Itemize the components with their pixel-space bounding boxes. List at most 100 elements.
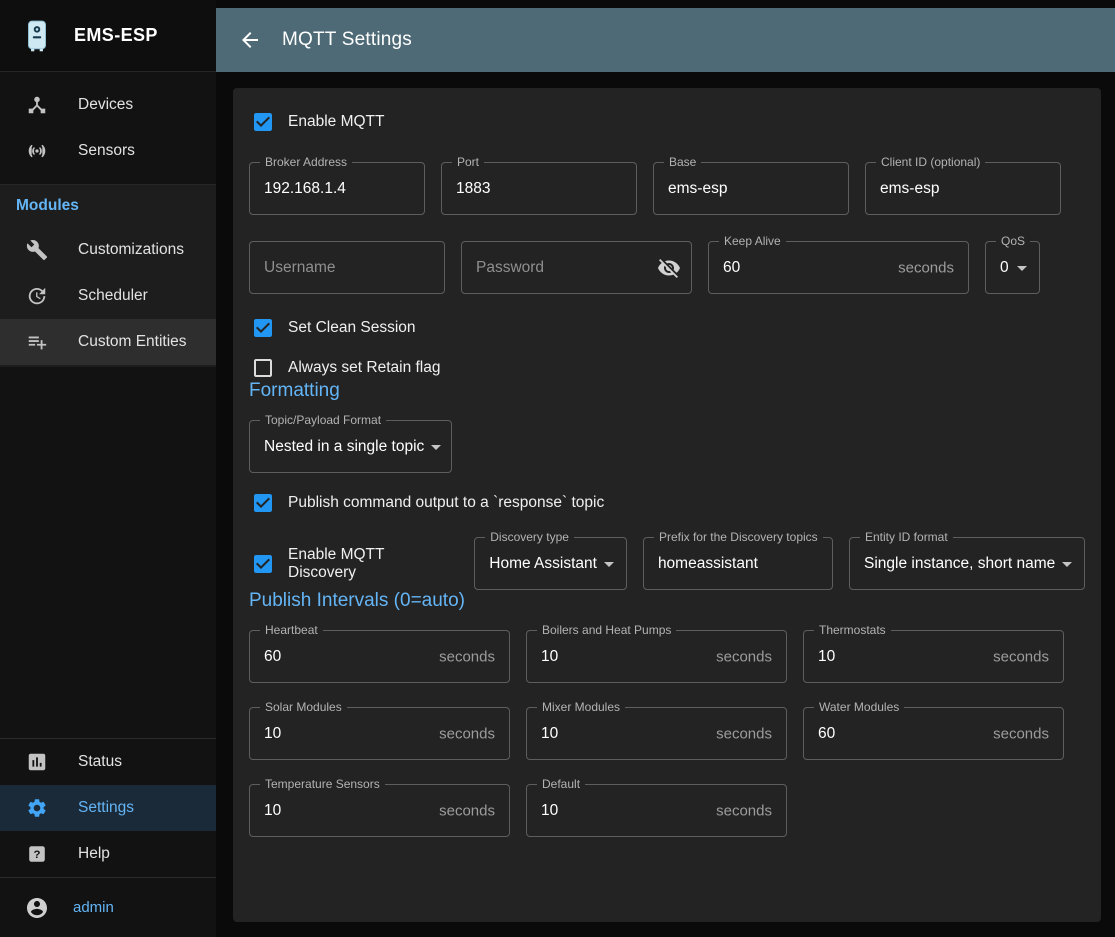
field-label: Heartbeat [260, 623, 323, 637]
back-arrow-icon[interactable] [238, 28, 262, 52]
qos-select[interactable]: QoS 0 [985, 241, 1040, 294]
appbar: MQTT Settings [216, 8, 1115, 72]
sidebar-item-label: Settings [78, 799, 134, 817]
sidebar-user[interactable]: admin [0, 878, 216, 937]
port-input[interactable] [442, 163, 636, 214]
app-root: EMS-ESP Devices Se [0, 0, 1115, 937]
broker-address-input[interactable] [250, 163, 424, 214]
field-label: Prefix for the Discovery topics [654, 530, 823, 544]
username-field [249, 241, 445, 294]
retain-flag-checkbox[interactable]: Always set Retain flag [251, 356, 1085, 380]
checkbox-label: Enable MQTT Discovery [288, 546, 450, 582]
enable-discovery-checkbox[interactable]: Enable MQTT Discovery [251, 546, 450, 582]
discovery-row: Enable MQTT Discovery Discovery type Hom… [249, 537, 1085, 590]
sidebar-item-custom-entities[interactable]: Custom Entities [0, 319, 216, 365]
keep-alive-input[interactable] [709, 242, 968, 293]
mixer-interval-input[interactable] [527, 708, 786, 759]
field-label: Boilers and Heat Pumps [537, 623, 676, 637]
clock-update-icon [25, 284, 49, 308]
water-interval-input[interactable] [804, 708, 1063, 759]
discovery-type-select[interactable]: Discovery type Home Assistant [474, 537, 627, 590]
discovery-prefix-input[interactable] [644, 538, 832, 589]
field-label: Port [452, 155, 484, 169]
sidebar-item-devices[interactable]: Devices [0, 82, 216, 128]
boilers-interval-field: Boilers and Heat Pumps seconds [526, 630, 787, 683]
checkbox-label: Publish command output to a `response` t… [288, 494, 604, 512]
select-value: Nested in a single topic [264, 438, 424, 456]
default-interval-field: Default seconds [526, 784, 787, 837]
publish-intervals-heading: Publish Intervals (0=auto) [249, 590, 1085, 612]
app-title: EMS-ESP [74, 25, 158, 46]
checkbox-label: Set Clean Session [288, 319, 416, 337]
heartbeat-interval-field: Heartbeat seconds [249, 630, 510, 683]
topic-payload-format-select[interactable]: Topic/Payload Format Nested in a single … [249, 420, 452, 473]
field-label: Default [537, 777, 585, 791]
credentials-row: Keep Alive seconds QoS 0 [249, 241, 1085, 294]
field-label: Topic/Payload Format [260, 413, 386, 427]
sidebar-item-label: Help [78, 845, 110, 863]
checkbox-label: Always set Retain flag [288, 359, 441, 377]
select-value: Single instance, short name [864, 555, 1055, 573]
thermostats-interval-input[interactable] [804, 631, 1063, 682]
broker-row: Broker Address Port Base Client ID (opti… [249, 162, 1085, 215]
field-label: Water Modules [814, 700, 904, 714]
sidebar-item-customizations[interactable]: Customizations [0, 227, 216, 273]
sidebar-item-help[interactable]: ? Help [0, 831, 216, 877]
clean-session-checkbox[interactable]: Set Clean Session [251, 316, 1085, 340]
water-interval-field: Water Modules seconds [803, 707, 1064, 760]
sidebar-item-label: Status [78, 753, 122, 771]
chevron-down-icon [1055, 552, 1079, 576]
page-title: MQTT Settings [282, 29, 412, 51]
chevron-down-icon [597, 552, 621, 576]
client-id-input[interactable] [866, 163, 1060, 214]
sidebar-header: EMS-ESP [0, 0, 216, 72]
temperature-interval-input[interactable] [250, 785, 509, 836]
sidebar-item-scheduler[interactable]: Scheduler [0, 273, 216, 319]
entity-id-format-select[interactable]: Entity ID format Single instance, short … [849, 537, 1085, 590]
main-area: MQTT Settings Enable MQTT Broker Address [216, 0, 1115, 937]
thermostats-interval-field: Thermostats seconds [803, 630, 1064, 683]
solar-interval-input[interactable] [250, 708, 509, 759]
wrench-icon [25, 238, 49, 262]
sidebar-item-label: Scheduler [78, 287, 148, 305]
content: Enable MQTT Broker Address Port Base [216, 72, 1115, 937]
field-label: Discovery type [485, 530, 574, 544]
password-field [461, 241, 692, 294]
field-label: Solar Modules [260, 700, 347, 714]
eye-off-icon[interactable] [657, 256, 681, 280]
field-label: Base [664, 155, 701, 169]
sidebar-item-sensors[interactable]: Sensors [0, 128, 216, 174]
username-input[interactable] [250, 242, 444, 293]
checkbox-checked-icon[interactable] [251, 316, 275, 340]
sidebar-spacer [0, 367, 216, 738]
playlist-add-icon [25, 330, 49, 354]
sidebar-item-label: Sensors [78, 142, 135, 160]
sidebar-item-status[interactable]: Status [0, 739, 216, 785]
publish-response-checkbox[interactable]: Publish command output to a `response` t… [251, 491, 1085, 515]
formatting-heading: Formatting [249, 380, 1085, 402]
checkbox-checked-icon[interactable] [251, 491, 275, 515]
enable-mqtt-checkbox[interactable]: Enable MQTT [251, 110, 1085, 134]
sidebar: EMS-ESP Devices Se [0, 0, 216, 937]
top-gap [216, 0, 1115, 8]
client-id-field: Client ID (optional) [865, 162, 1061, 215]
base-input[interactable] [654, 163, 848, 214]
select-value: Home Assistant [489, 555, 597, 573]
heartbeat-interval-input[interactable] [250, 631, 509, 682]
settings-card: Enable MQTT Broker Address Port Base [233, 88, 1101, 922]
sidebar-item-label: Custom Entities [78, 333, 187, 351]
sidebar-item-settings[interactable]: Settings [0, 785, 216, 831]
modules-section-label: Modules [0, 185, 216, 227]
mixer-interval-field: Mixer Modules seconds [526, 707, 787, 760]
boilers-interval-input[interactable] [527, 631, 786, 682]
sidebar-item-label: Customizations [78, 241, 184, 259]
default-interval-input[interactable] [527, 785, 786, 836]
keep-alive-field: Keep Alive seconds [708, 241, 969, 294]
checkbox-unchecked-icon[interactable] [251, 356, 275, 380]
checkbox-checked-icon[interactable] [251, 552, 275, 576]
checkbox-checked-icon[interactable] [251, 110, 275, 134]
account-circle-icon [25, 896, 49, 920]
sidebar-item-label: Devices [78, 96, 133, 114]
field-label: Temperature Sensors [260, 777, 385, 791]
device-hub-icon [25, 93, 49, 117]
